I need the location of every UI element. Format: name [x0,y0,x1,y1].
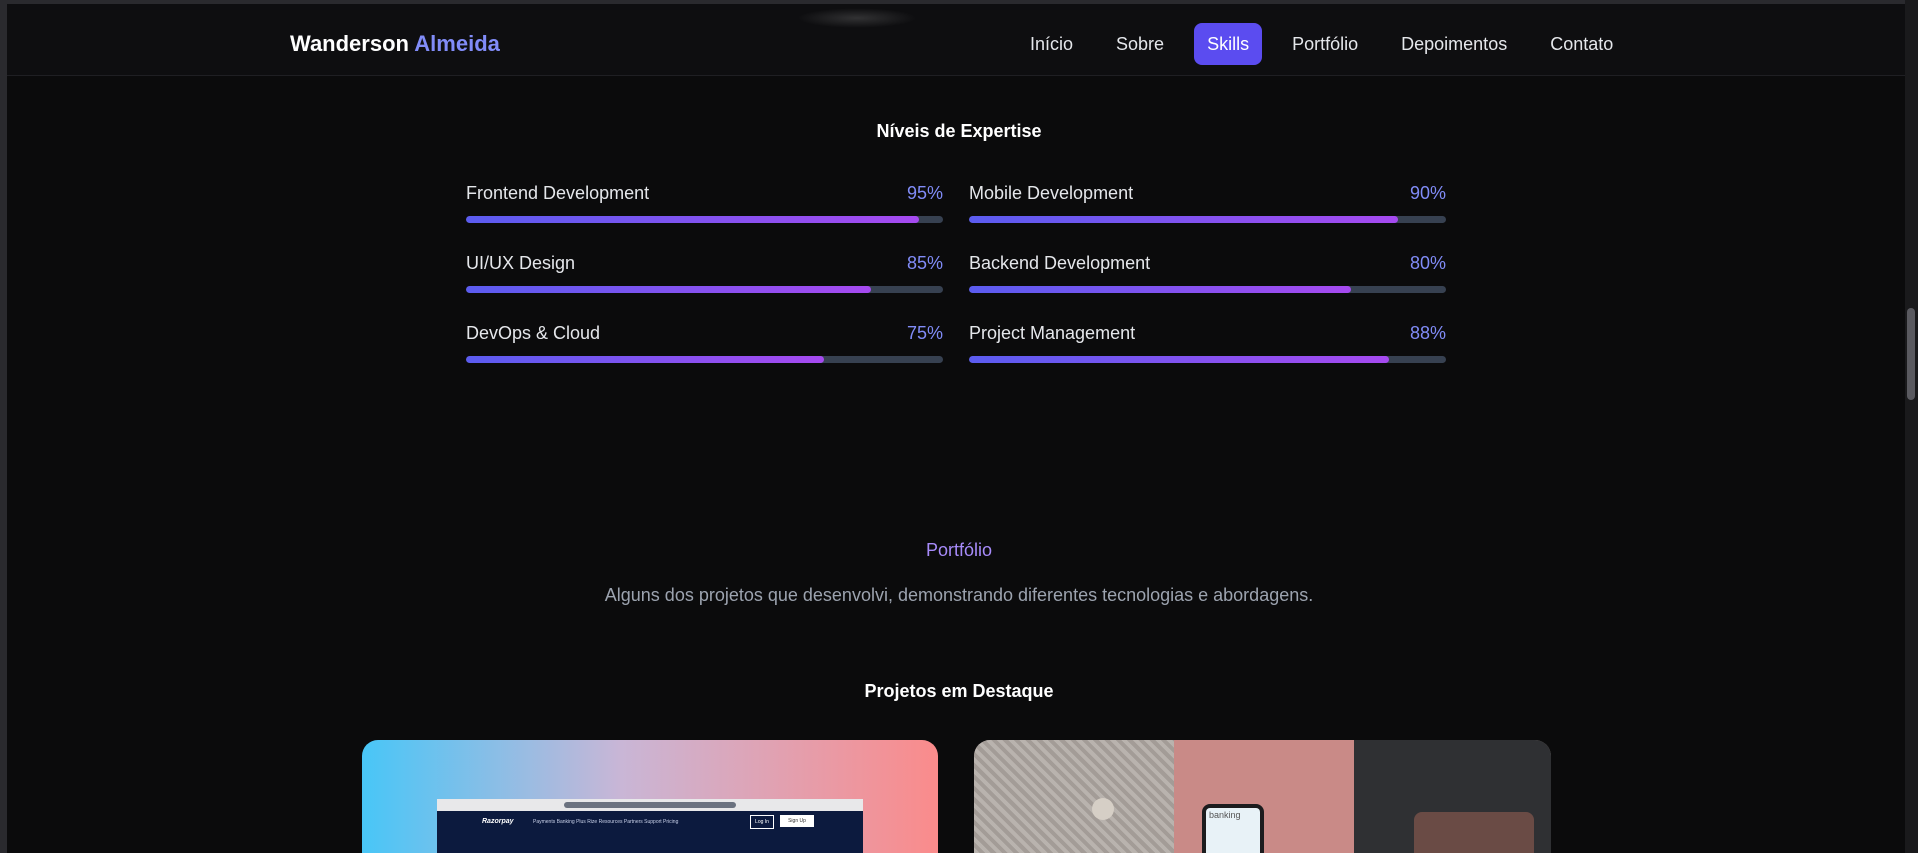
nav-glow-decoration [797,8,917,28]
skill-progress-track [466,286,943,293]
nav-menu: Início Sobre Skills Portfólio Depoimento… [1017,23,1643,65]
skill-item: Frontend Development 95% [466,183,943,223]
brand-last-name: Almeida [414,31,500,56]
brand-logo[interactable]: Wanderson Almeida [290,31,500,57]
skill-progress-fill [969,286,1351,293]
skill-percent: 75% [906,323,943,343]
featured-projects-title: Projetos em Destaque [864,681,1054,701]
photo-camera [1414,812,1534,853]
nav-link-contato[interactable]: Contato [1537,23,1626,65]
preview-login: Log In [750,815,774,829]
skill-progress-fill [969,216,1399,223]
portfolio-section-label: Portfólio [925,540,993,560]
photo-button-detail [1092,798,1114,820]
skill-progress-fill [466,356,824,363]
skill-progress-track [466,216,943,223]
skill-item: Backend Development 80% [969,253,1446,293]
skill-progress-track [466,356,943,363]
browser-url-bar [564,802,736,808]
nav-link-sobre[interactable]: Sobre [1103,23,1177,65]
skill-percent: 80% [1409,253,1446,273]
skill-percent: 95% [906,183,943,203]
photo-phone: banking [1202,804,1264,853]
photo-notebook [1174,740,1354,853]
skill-progress-fill [969,356,1389,363]
skill-progress-track [969,356,1446,363]
skill-item: Mobile Development 90% [969,183,1446,223]
skill-percent: 85% [906,253,943,273]
skill-name: Mobile Development [969,183,1134,203]
nav-link-depoimentos[interactable]: Depoimentos [1388,23,1520,65]
nav-link-portfolio[interactable]: Portfólio [1279,23,1371,65]
skill-item: DevOps & Cloud 75% [466,323,943,363]
brand-first-name: Wanderson [290,31,409,56]
expertise-title: Níveis de Expertise [876,121,1042,141]
scrollbar-track[interactable] [1905,0,1918,853]
project-card-razorpay[interactable]: Razorpay Payments Banking Plus Rize Reso… [362,740,938,853]
preview-signup: Sign Up [780,815,814,827]
skill-progress-track [969,216,1446,223]
scrollbar-thumb[interactable] [1907,308,1915,400]
skill-name: DevOps & Cloud [466,323,601,343]
photo-knit-sweater [974,740,1174,853]
skill-progress-fill [466,286,872,293]
skill-percent: 90% [1409,183,1446,203]
skill-progress-fill [466,216,920,223]
navbar: Wanderson Almeida Início Sobre Skills Po… [7,4,1905,76]
skill-name: UI/UX Design [466,253,576,273]
preview-page: Razorpay Payments Banking Plus Rize Reso… [437,811,863,853]
skill-name: Frontend Development [466,183,650,203]
skill-progress-track [969,286,1446,293]
phone-screen: banking [1206,808,1260,853]
project-card-banking[interactable]: banking [974,740,1551,853]
preview-logo: Razorpay [482,818,514,825]
skill-name: Project Management [969,323,1136,343]
skill-item: UI/UX Design 85% [466,253,943,293]
nav-link-skills[interactable]: Skills [1194,23,1263,65]
project-preview-image: Razorpay Payments Banking Plus Rize Reso… [437,799,863,853]
portfolio-subtitle: Alguns dos projetos que desenvolvi, demo… [604,585,1314,605]
skill-percent: 88% [1409,323,1446,343]
skill-name: Backend Development [969,253,1151,273]
preview-nav: Payments Banking Plus Rize Resources Par… [533,819,679,825]
skill-item: Project Management 88% [969,323,1446,363]
nav-link-inicio[interactable]: Início [1017,23,1086,65]
